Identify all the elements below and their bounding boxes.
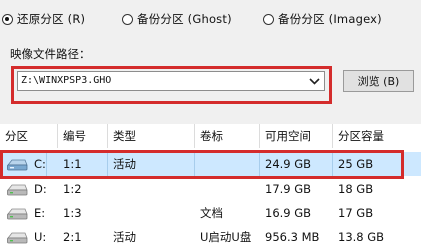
radio-dot-icon[interactable] — [263, 13, 274, 25]
radio-label: 还原分区 (R) — [17, 12, 86, 26]
browse-button[interactable]: 浏览 (B) — [343, 70, 414, 92]
radio-label: 备份分区 (Imagex) — [278, 12, 382, 26]
table-row[interactable]: D: 1:2 17.9 GB 18 GB — [0, 177, 421, 201]
radio-restore-partition[interactable]: 还原分区 (R) — [2, 11, 85, 27]
cell-type — [108, 201, 195, 225]
hard-drive-icon — [7, 232, 28, 244]
hard-drive-icon — [7, 208, 28, 220]
cell-label — [195, 177, 260, 201]
table-header: 分区 编号 类型 卷标 可用空间 分区容量 — [0, 124, 421, 148]
column-header-capacity[interactable]: 分区容量 — [333, 124, 421, 148]
table-row[interactable]: U: 2:1 活动 U启动U盘 956.3 MB 13.8 GB — [0, 225, 421, 249]
cell-label: 文档 — [200, 206, 223, 220]
radio-backup-ghost[interactable]: 备份分区 (Ghost) — [122, 11, 232, 27]
radio-backup-imagex[interactable]: 备份分区 (Imagex) — [263, 11, 382, 27]
cell-capacity: 25 GB — [338, 157, 374, 171]
table-row[interactable]: E: 1:3 文档 16.9 GB 17 GB — [0, 201, 421, 225]
system-drive-icon — [7, 159, 28, 171]
chevron-down-icon[interactable] — [309, 76, 320, 86]
cell-drive: C: — [29, 152, 47, 176]
cell-number: 1:3 — [63, 206, 82, 220]
cell-type — [108, 177, 195, 201]
column-header-label[interactable]: 卷标 — [195, 124, 260, 148]
table-row[interactable]: C: 1:1 活动 24.9 GB 25 GB — [0, 152, 421, 176]
cell-free-space: 956.3 MB — [265, 230, 320, 244]
radio-label: 备份分区 (Ghost) — [137, 12, 232, 26]
restore-mode-group: 还原分区 (R) 备份分区 (Ghost) 备份分区 (Imagex) — [0, 11, 421, 31]
image-path-label: 映像文件路径： — [10, 47, 91, 61]
radio-dot-icon[interactable] — [122, 13, 133, 25]
cell-label: U启动U盘 — [200, 230, 252, 244]
cell-label — [195, 152, 260, 176]
cell-drive: D: — [34, 182, 47, 196]
cell-number: 1:1 — [58, 152, 108, 176]
hard-drive-icon — [7, 184, 28, 196]
cell-type: 活动 — [113, 230, 136, 244]
cell-free-space: 17.9 GB — [265, 182, 312, 196]
column-header-type[interactable]: 类型 — [108, 124, 195, 148]
column-header-free-space[interactable]: 可用空间 — [260, 124, 333, 148]
cell-free-space: 24.9 GB — [260, 152, 333, 176]
column-header-number[interactable]: 编号 — [58, 124, 108, 148]
cell-type: 活动 — [108, 152, 195, 176]
cell-number: 1:2 — [63, 182, 82, 196]
radio-dot-checked-icon[interactable] — [2, 13, 13, 25]
cell-capacity: 13.8 GB — [338, 230, 385, 244]
cell-number: 2:1 — [63, 230, 82, 244]
cell-drive: U: — [34, 230, 47, 244]
cell-free-space: 16.9 GB — [265, 206, 312, 220]
partition-table: 分区 编号 类型 卷标 可用空间 分区容量 C: 1:1 活动 24.9 GB … — [0, 124, 421, 250]
column-header-partition[interactable]: 分区 — [0, 124, 58, 148]
cell-drive: E: — [34, 206, 46, 220]
cell-capacity: 17 GB — [338, 206, 374, 220]
cell-capacity: 18 GB — [338, 182, 374, 196]
image-path-input[interactable] — [18, 72, 301, 90]
image-path-combobox[interactable] — [17, 71, 325, 91]
